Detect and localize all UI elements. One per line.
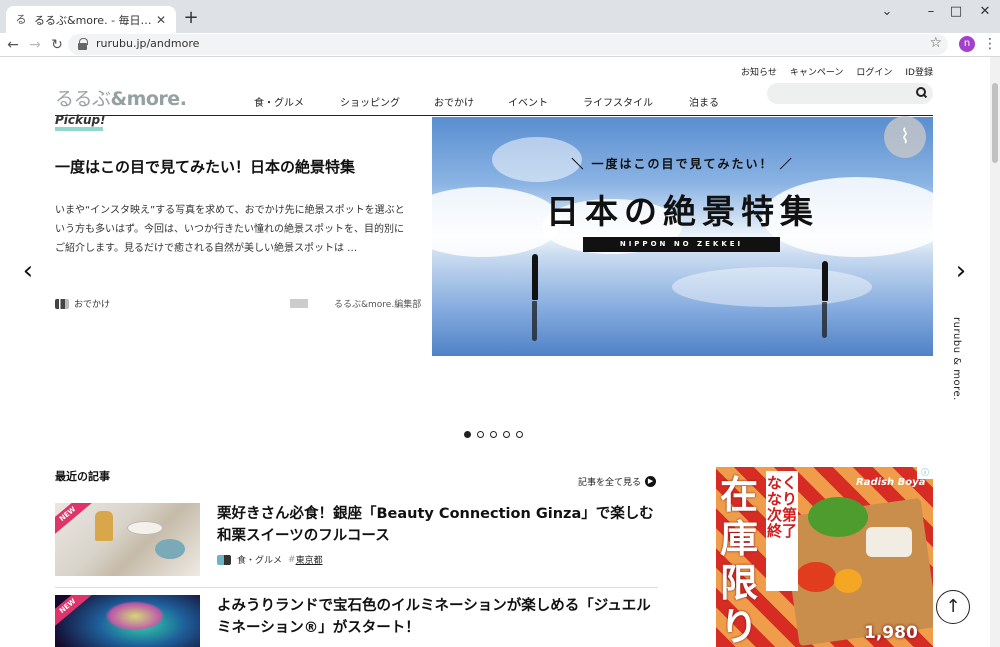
util-link-login[interactable]: ログイン	[856, 65, 892, 78]
paperclip-icon[interactable]: ⌇	[884, 116, 926, 158]
plate-shape	[155, 539, 185, 559]
close-window-button[interactable]: ✕	[962, 0, 1000, 26]
header-divider	[55, 115, 933, 116]
new-badge: NEW	[55, 503, 96, 540]
pickup-title[interactable]: 一度はこの目で見てみたい！日本の絶景特集	[55, 156, 415, 177]
article-thumbnail[interactable]: NEW	[55, 595, 200, 647]
ad-price: 1,980円	[864, 623, 918, 643]
pickup-underline	[55, 127, 103, 131]
person-reflection	[822, 302, 827, 338]
carousel-dot[interactable]	[464, 431, 471, 438]
article-meta: 食・グルメ # 東京都	[217, 553, 323, 566]
article-title[interactable]: よみうりランドで宝石色のイルミネーションが楽しめる「ジュエルミネーション®」がス…	[217, 595, 657, 639]
browser-toolbar: ← → ↻ rurubu.jp/andmore ☆	[0, 33, 1000, 57]
favicon-icon: る	[15, 12, 27, 26]
article-tag[interactable]: 東京都	[296, 553, 323, 566]
hero-subtitle: ＼ 一度はこの目で見てみたい！ ／	[571, 157, 794, 171]
browser-tab-bar: る るるぶ&more. - 毎日をもっとステキに ✕ + ⌄ – □ ✕	[0, 0, 1000, 33]
util-link-news[interactable]: お知らせ	[741, 65, 777, 78]
parfait-shape	[95, 511, 113, 541]
person-silhouette	[822, 261, 828, 301]
back-icon[interactable]: ←	[3, 35, 23, 55]
article-divider	[55, 587, 658, 588]
pickup-category[interactable]: おでかけ	[55, 297, 110, 310]
greens-shape	[808, 497, 868, 537]
article-category[interactable]: 食・グルメ	[237, 553, 282, 566]
arrow-up-icon[interactable]: ↑	[936, 590, 970, 624]
plate-shape	[127, 521, 163, 535]
profile-avatar[interactable]: n	[959, 36, 975, 52]
ad-subheadline: なくなり次第終了	[766, 471, 798, 591]
view-all-articles-link[interactable]: 記事を全て見る ▶	[578, 475, 657, 488]
ad-banner[interactable]: 在庫限り なくなり次第終了 Radish Boya 1,980円 ⓘ	[716, 467, 933, 647]
cloud-reflection	[672, 267, 872, 307]
url-text: rurubu.jp/andmore	[96, 37, 200, 50]
search-input[interactable]	[767, 83, 933, 104]
article-thumbnail[interactable]: NEW	[55, 503, 200, 576]
carousel-prev-button[interactable]: ‹	[18, 257, 38, 287]
side-vertical-text: rurubu & more.	[951, 317, 962, 401]
recent-heading: 最近の記事	[55, 470, 110, 483]
nav-stay[interactable]: 泊まる	[689, 94, 719, 109]
page-scrollbar[interactable]	[990, 57, 1000, 647]
utility-links: お知らせ キャンペーン ログイン ID登録	[741, 65, 933, 78]
lock-icon	[78, 38, 88, 50]
browser-menu-icon[interactable]: ⋮	[983, 36, 997, 54]
tab-search-icon[interactable]: ⌄	[864, 0, 910, 26]
carousel-dot[interactable]	[516, 431, 523, 438]
adchoices-icon[interactable]: ⓘ	[917, 467, 933, 479]
forward-icon[interactable]: →	[25, 35, 45, 55]
util-link-register[interactable]: ID登録	[905, 65, 933, 78]
ad-headline: 在庫限り	[720, 473, 759, 647]
new-badge: NEW	[55, 595, 96, 632]
page: お知らせ キャンペーン ログイン ID登録 るるぶ&more. 食・グルメ ショ…	[0, 57, 990, 647]
util-link-campaign[interactable]: キャンペーン	[790, 65, 844, 78]
carousel-dot[interactable]	[477, 431, 484, 438]
browser-tab[interactable]: る るるぶ&more. - 毎日をもっとステキに ✕	[6, 6, 176, 33]
scrollbar-thumb[interactable]	[992, 83, 998, 163]
hashtag-icon: #	[288, 554, 296, 565]
person-silhouette	[532, 254, 538, 300]
article-title[interactable]: 栗好きさん必食！銀座「Beauty Connection Ginza」で楽しむ和…	[217, 503, 657, 547]
pickup-label: Pickup!	[55, 113, 106, 127]
ad-brand: Radish Boya	[856, 477, 926, 488]
category-icon	[217, 554, 231, 565]
close-tab-icon[interactable]: ✕	[154, 13, 168, 27]
pumpkin-shape	[834, 569, 862, 593]
author-icon	[290, 299, 308, 308]
illumination-shape	[105, 601, 165, 631]
nav-lifestyle[interactable]: ライフスタイル	[583, 94, 653, 109]
pickup-author: るるぶ&more.編集部	[290, 297, 421, 310]
category-icon	[55, 298, 69, 309]
carousel-dots	[464, 431, 523, 438]
tomato-shape	[796, 562, 836, 592]
eggs-shape	[866, 527, 912, 557]
bookmark-star-icon[interactable]: ☆	[929, 35, 942, 51]
pickup-description: いまや“インスタ映え”する写真を求めて、おでかけ先に絶景スポットを選ぶという方も…	[55, 205, 405, 254]
search-icon[interactable]	[916, 87, 927, 98]
nav-event[interactable]: イベント	[508, 94, 548, 109]
carousel-dot[interactable]	[490, 431, 497, 438]
nav-shopping[interactable]: ショッピング	[340, 94, 400, 109]
arrow-right-icon: ▶	[645, 476, 657, 487]
nav-gourmet[interactable]: 食・グルメ	[254, 94, 304, 109]
article-card[interactable]: NEW よみうりランドで宝石色のイルミネーションが楽しめる「ジュエルミネーション…	[55, 595, 658, 647]
pickup-hero-image[interactable]: ＼ 一度はこの目で見てみたい！ ／ 日本の絶景特集 NIPPON NO ZEKK…	[432, 117, 933, 356]
carousel-dot[interactable]	[503, 431, 510, 438]
hero-band: NIPPON NO ZEKKEI	[583, 237, 780, 252]
carousel-next-button[interactable]: ›	[951, 257, 971, 287]
tab-title: るるぶ&more. - 毎日をもっとステキに	[34, 13, 154, 27]
new-tab-button[interactable]: +	[181, 9, 201, 29]
person-reflection	[532, 301, 537, 341]
nav-outing[interactable]: おでかけ	[434, 94, 474, 109]
article-card[interactable]: NEW 栗好きさん必食！銀座「Beauty Connection Ginza」で…	[55, 503, 658, 583]
hero-title: 日本の絶景特集	[546, 192, 819, 231]
reload-icon[interactable]: ↻	[47, 35, 67, 55]
address-bar[interactable]: rurubu.jp/andmore ☆	[68, 34, 948, 55]
